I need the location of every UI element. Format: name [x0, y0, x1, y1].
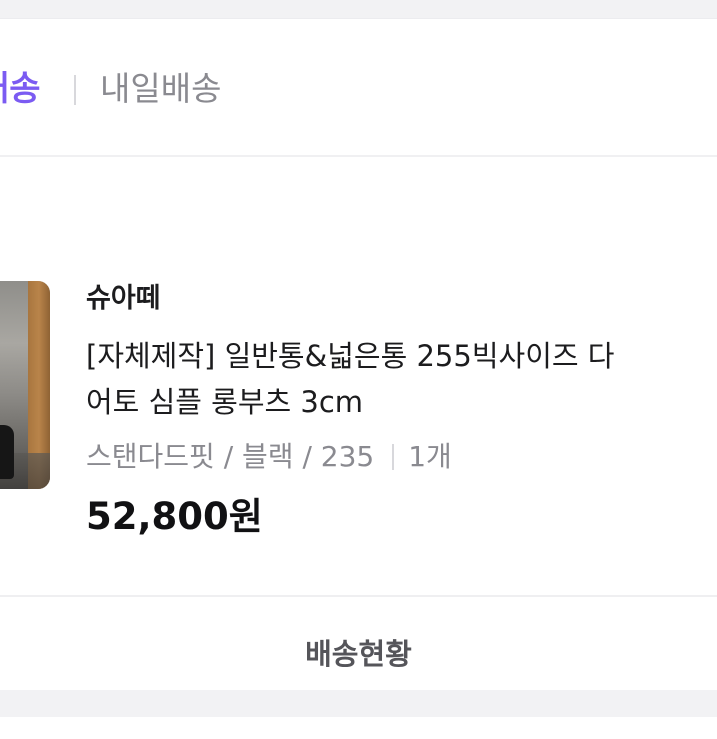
product-price: 52,800원 [86, 495, 263, 538]
product-name[interactable]: [자체제작] 일반통&넓은통 255빅사이즈 다 어토 심플 롱부츠 3cm [86, 333, 717, 425]
product-options: 스탠다드핏 / 블랙 / 235 1개 [86, 437, 452, 477]
option-text: 스탠다드핏 / 블랙 / 235 [86, 440, 375, 473]
product-name-line-2: 어토 심플 롱부츠 3cm [86, 385, 364, 419]
delivery-type-tabs: 배송 내일배송 [0, 19, 717, 157]
page-background-gap [0, 690, 717, 717]
option-divider [392, 444, 395, 470]
product-name-line-1: [자체제작] 일반통&넓은통 255빅사이즈 다 [86, 339, 615, 373]
order-card: 배송 내일배송 슈아떼 [자체제작] 일반통&넓은통 255빅사이즈 다 어토 … [0, 18, 717, 739]
thumbnail-boot [0, 425, 14, 479]
seller-name[interactable]: 슈아떼 [86, 281, 161, 317]
tab-divider [74, 75, 76, 105]
tab-tomorrow-delivery[interactable]: 내일배송 [100, 65, 221, 113]
product-thumbnail[interactable] [0, 281, 50, 489]
tab-delivery[interactable]: 배송 [0, 65, 41, 113]
quantity-text: 1개 [408, 440, 452, 473]
